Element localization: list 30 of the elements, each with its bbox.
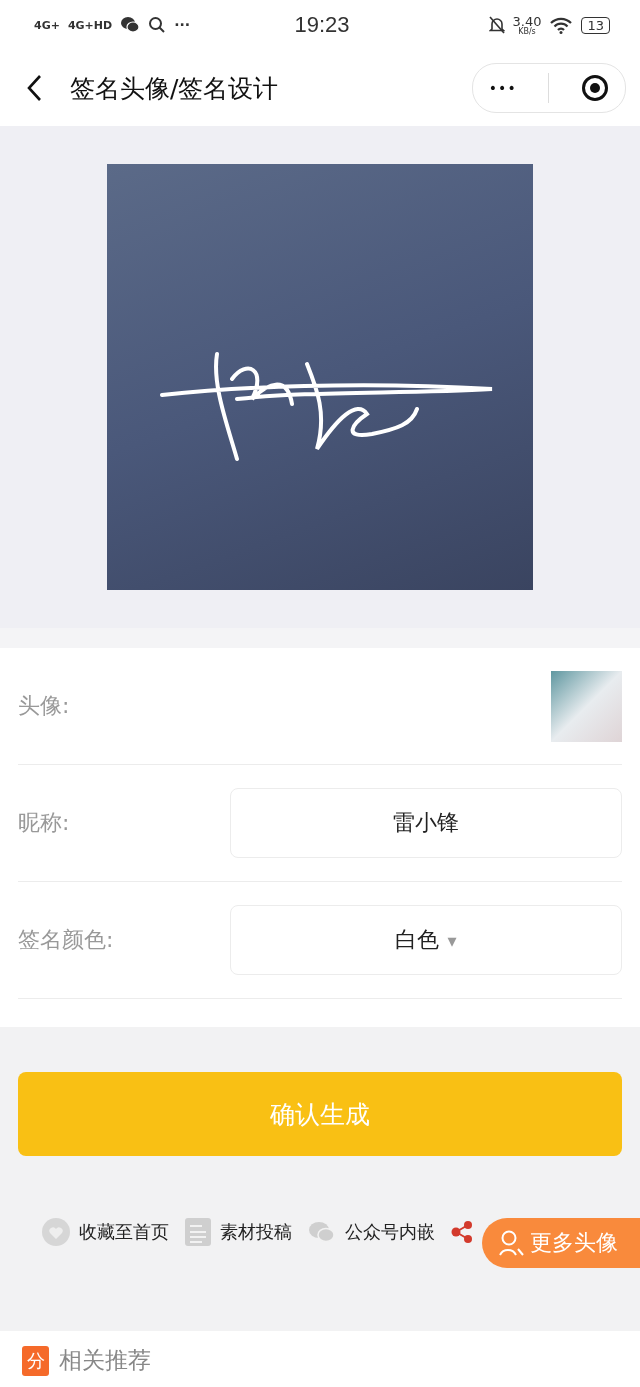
clock-time: 19:23	[294, 12, 350, 38]
field-label: 头像:	[18, 692, 70, 720]
back-icon[interactable]	[26, 74, 42, 102]
nickname-field[interactable]: 雷小锋	[230, 788, 622, 858]
close-target-icon[interactable]	[581, 74, 610, 102]
avatar-thumbnail[interactable]	[551, 670, 622, 742]
more-label: ···	[174, 17, 191, 33]
share-icon[interactable]	[451, 1220, 473, 1244]
battery-level: 13	[581, 16, 610, 34]
chat-bubbles-icon	[120, 16, 141, 34]
action-link[interactable]: 公众号内嵌	[345, 1220, 435, 1244]
chat-bubbles-icon[interactable]	[308, 1221, 336, 1243]
document-icon[interactable]	[185, 1218, 211, 1246]
color-dropdown[interactable]: 白色 ▾	[230, 905, 622, 975]
more-button[interactable]: •••	[488, 80, 517, 96]
wifi-icon	[549, 16, 574, 34]
action-link[interactable]: 素材投稿	[220, 1220, 292, 1244]
search-icon	[148, 16, 167, 34]
field-label: 昵称:	[18, 809, 70, 837]
action-link[interactable]: 收藏至首页	[79, 1220, 169, 1244]
bell-muted-icon	[488, 16, 505, 34]
signal-label: 4G+	[34, 18, 60, 32]
speed-value: 3.40	[512, 14, 542, 28]
signal-label: 4G+HD	[67, 18, 113, 32]
page-title: 签名头像/签名设计	[70, 72, 280, 105]
section-title: 相关推荐	[59, 1346, 151, 1375]
category-badge: 分	[22, 1345, 49, 1376]
field-label: 签名颜色:	[18, 926, 114, 954]
speed-unit: KB/s	[518, 27, 536, 36]
user-icon	[498, 1229, 526, 1257]
